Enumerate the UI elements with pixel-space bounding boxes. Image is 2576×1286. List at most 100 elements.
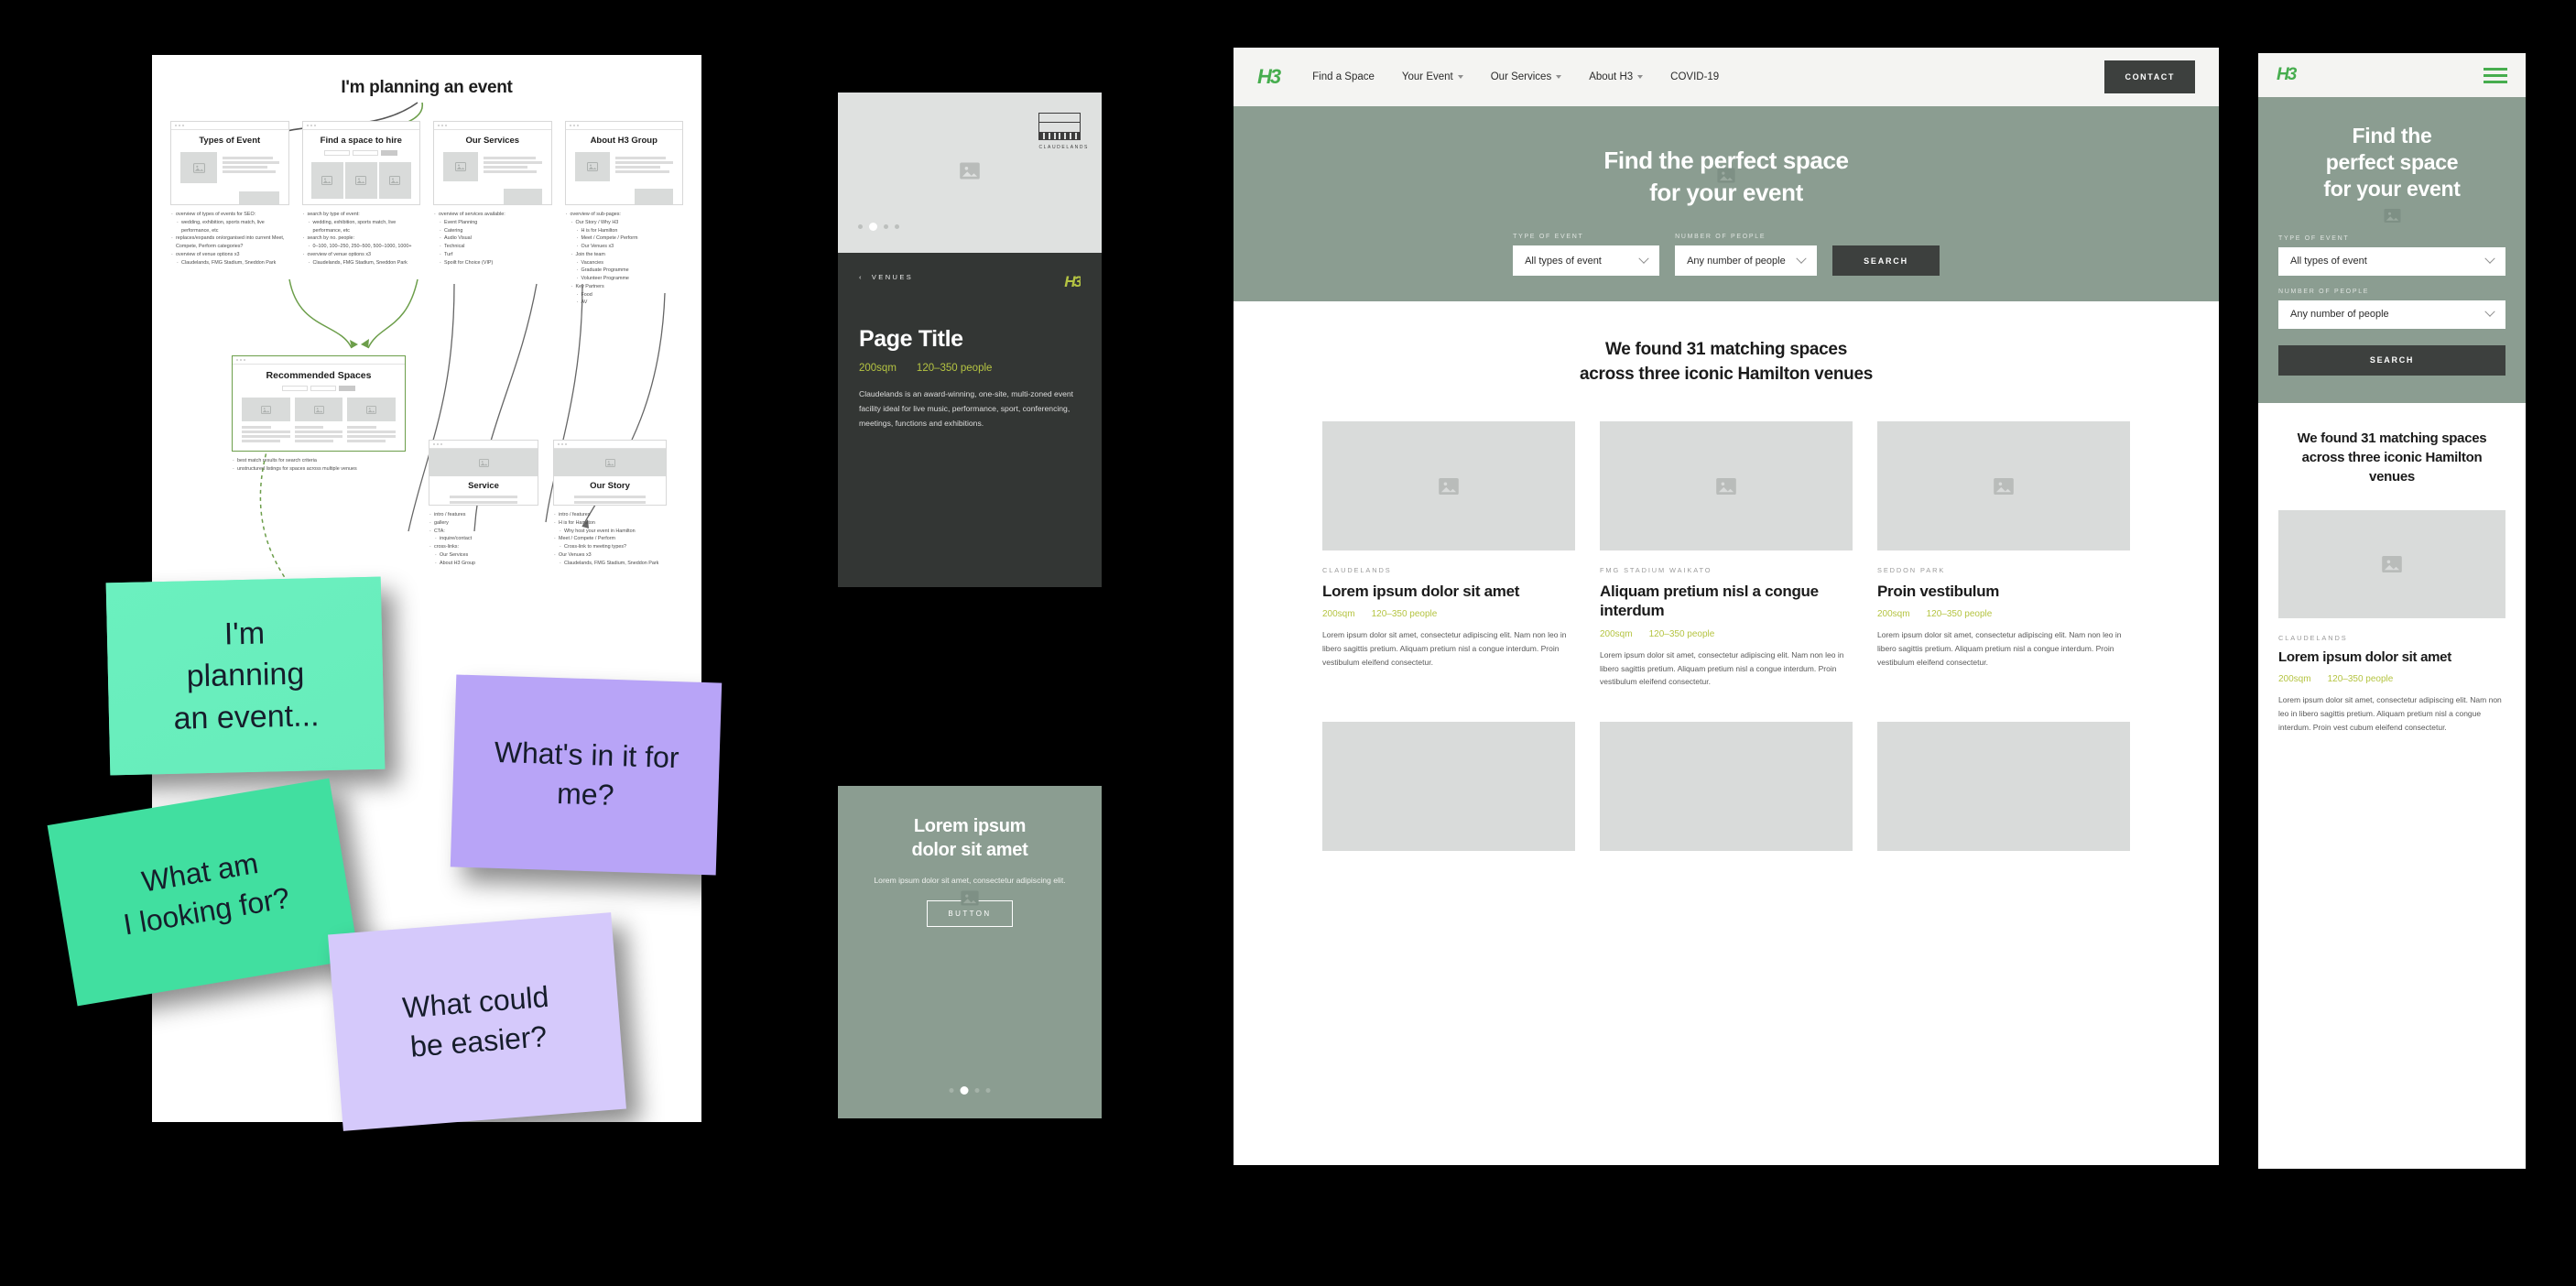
h3-logo[interactable]: H3 [1064,273,1081,291]
window-chrome-bar [233,356,405,365]
venue-meta: 200sqm 120–350 people [859,363,1081,374]
sitemap-title: I'm planning an event [341,78,513,97]
result-capacity: 120–350 people [2327,674,2394,685]
results-title: We found 31 matching spaces across three… [1579,340,1873,384]
venue-capacity: 120–350 people [916,363,993,374]
image-placeholder [1877,421,2130,551]
type-of-event-select[interactable]: All types of event [1513,245,1660,277]
nav-item-about-h3[interactable]: About H3 [1589,71,1644,82]
sitemap-column: Types of Event · overview of types of ev… [170,121,289,307]
nav-item-covid-19[interactable]: COVID-19 [1670,71,1719,82]
result-title: Lorem ipsum dolor sit amet [1322,583,1520,601]
nav-label: Find a Space [1312,71,1375,82]
result-description: Lorem ipsum dolor sit amet, consectetur … [1322,630,1567,668]
carousel-dots[interactable] [858,223,899,231]
result-venue-name: SEDDON PARK [1877,566,1946,575]
hamburger-menu-icon[interactable] [2484,64,2507,87]
note-line: search by no. people: [302,234,421,243]
result-card[interactable]: SEDDON PARK Proin vestibulum 200sqm 120–… [1877,421,2130,689]
number-of-people-field: NUMBER OF PEOPLE Any number of people [1675,234,1818,277]
claudelands-logo: CLAUDELANDS [1038,113,1089,152]
desktop-nav-menu: Find a Space Your Event Our Services Abo… [1312,71,1719,82]
sticky-note-text: What am I looking for? [121,846,292,942]
nav-item-find-a-space[interactable]: Find a Space [1312,71,1375,82]
wireframe-heading: Service [468,481,499,491]
wireframe-card: Our Services [433,121,552,205]
result-area: 200sqm [1877,609,1910,620]
wireframe-card: Types of Event [170,121,289,205]
nav-label: About H3 [1589,71,1634,82]
image-placeholder [635,189,673,204]
mockup-collage: I'm planning an event Types of Event · o… [0,0,2576,1286]
result-title: Aliquam pretium nisl a congue interdum [1600,583,1819,620]
nav-item-your-event[interactable]: Your Event [1402,71,1463,82]
number-of-people-select[interactable]: Any number of people [1675,245,1818,277]
nav-label: Our Services [1490,71,1552,82]
note-line: About H3 Group [434,560,538,568]
sticky-note-planning[interactable]: I'm planning an event... [105,576,386,776]
our-story-block: Our Story intro / features H is for Hami… [553,440,667,567]
note-line: Claudelands, FMG Stadium, Sneddon Park [308,259,421,267]
result-capacity: 120–350 people [1926,609,1993,620]
desktop-results-section: We found 31 matching spaces across three… [1234,301,2219,852]
sitemap-notes: intro / features gallery CTA: inquire/co… [429,511,538,567]
search-button[interactable]: SEARCH [1832,245,1940,277]
note-line: overview of services available: [433,211,552,219]
chevron-down-icon [2484,306,2495,317]
result-card[interactable]: FMG STADIUM WAIKATO Aliquam pretium nisl… [1600,421,1853,689]
image-placeholder [1877,722,2130,852]
result-card[interactable]: CLAUDELANDS Lorem ipsum dolor sit amet 2… [1322,421,1575,689]
wireframe-card: Our Story [553,440,667,506]
result-area: 200sqm [2278,674,2311,685]
carousel-dots[interactable] [949,1086,991,1095]
type-of-event-select[interactable]: All types of event [2278,246,2505,276]
sitemap-notes: best match results for search criteria u… [232,457,406,474]
note-line: Vacancies [576,259,684,267]
sticky-note-easier[interactable]: What could be easier? [328,912,626,1131]
sticky-note-text: I'm planning an event... [173,616,320,736]
note-line: Key Partners [571,283,684,291]
promo-title: Lorem ipsum dolor sit amet [911,816,1028,860]
window-chrome-bar [554,441,666,449]
service-block: Service intro / features gallery CTA: in… [429,440,538,567]
image-placeholder-icon [960,162,980,183]
sitemap-notes: overview of types of events for SEO: wed… [170,211,289,267]
note-line: intro / features [429,511,538,519]
contact-button[interactable]: CONTACT [2104,60,2195,93]
image-placeholder [294,398,343,421]
image-placeholder-icon [961,890,979,910]
wireframe-heading: Types of Event [199,136,261,146]
sitemap-notes: overview of services available: Event Pl… [433,211,552,267]
wireframe-card: About H3 Group [564,121,683,205]
number-of-people-select[interactable]: Any number of people [2278,300,2505,329]
chevron-down-icon [1556,75,1562,79]
search-button[interactable]: SEARCH [2278,344,2505,376]
result-area: 200sqm [1322,609,1355,620]
note-line: Food [576,291,684,300]
chevron-down-icon [2484,253,2495,264]
image-placeholder [503,189,542,204]
breadcrumb[interactable]: ‹ VENUES [859,273,1064,281]
result-description: Lorem ipsum dolor sit amet, consectetur … [1877,630,2122,668]
h3-logo[interactable]: H3 [2277,65,2297,85]
sticky-note-whats-in-it[interactable]: What's in it for me? [450,674,723,876]
result-description: Lorem ipsum dolor sit amet, consectetur … [1600,649,1844,687]
venue-card-topbar: H3 ‹ VENUES [859,273,1081,291]
image-placeholder [1322,421,1575,551]
note-line: H is for Hamilton [553,519,667,528]
note-line: Event Planning [439,219,552,227]
result-card[interactable]: CLAUDELANDS Lorem ipsum dolor sit amet 2… [2258,486,2526,735]
mobile-mockup: H3 Find the perfect space for your event… [2258,53,2526,1169]
sticky-note-text: What's in it for me? [494,735,680,812]
nav-label: Your Event [1401,71,1453,82]
h3-logo[interactable]: H3 [1257,65,1281,89]
note-line: replaces/expands on/organised into curre… [170,234,289,251]
note-line: Claudelands, FMG Stadium, Sneddon Park [176,259,289,267]
result-venue-name: CLAUDELANDS [1322,566,1392,575]
note-line: wedding, exhibition, sports match, live … [176,219,289,235]
nav-item-our-services[interactable]: Our Services [1490,71,1562,82]
image-placeholder [574,152,610,181]
note-line: Volunteer Programme [576,275,684,283]
note-line: Join the team [571,251,684,259]
hero-title: Find the perfect space for your event [2323,124,2461,202]
